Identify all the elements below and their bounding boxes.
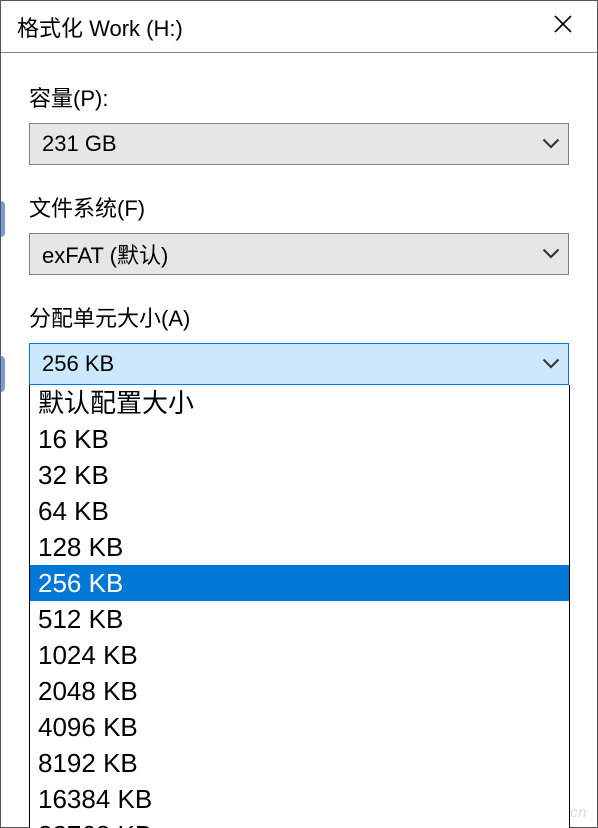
close-button[interactable] [543, 7, 583, 47]
allocation-dropdown: 默认配置大小16 KB32 KB64 KB128 KB256 KB512 KB1… [29, 385, 570, 828]
filesystem-label: 文件系统(F) [29, 191, 569, 223]
allocation-option[interactable]: 8192 KB [30, 745, 569, 781]
allocation-option[interactable]: 128 KB [30, 529, 569, 565]
capacity-value: 231 GB [42, 131, 542, 157]
window-title: 格式化 Work (H:) [17, 11, 543, 43]
allocation-option[interactable]: 2048 KB [30, 673, 569, 709]
titlebar: 格式化 Work (H:) [1, 1, 597, 53]
filesystem-combobox[interactable]: exFAT (默认) [29, 233, 569, 275]
filesystem-value: exFAT (默认) [42, 238, 542, 270]
chevron-down-icon [542, 355, 560, 373]
allocation-option[interactable]: 256 KB [30, 565, 569, 601]
allocation-label: 分配单元大小(A) [29, 301, 569, 333]
allocation-option[interactable]: 512 KB [30, 601, 569, 637]
capacity-combobox[interactable]: 231 GB [29, 123, 569, 165]
allocation-option[interactable]: 默认配置大小 [30, 385, 569, 421]
allocation-option[interactable]: 64 KB [30, 493, 569, 529]
allocation-option[interactable]: 4096 KB [30, 709, 569, 745]
allocation-option[interactable]: 1024 KB [30, 637, 569, 673]
capacity-label: 容量(P): [29, 81, 569, 113]
allocation-option[interactable]: 32768 KB [30, 817, 569, 828]
chevron-down-icon [542, 245, 560, 263]
format-dialog: 格式化 Work (H:) 容量(P): 231 GB 文件系统(F) exFA… [0, 0, 598, 828]
allocation-value: 256 KB [42, 351, 542, 377]
allocation-combobox[interactable]: 256 KB [29, 343, 569, 385]
allocation-option[interactable]: 32 KB [30, 457, 569, 493]
allocation-option[interactable]: 16 KB [30, 421, 569, 457]
dialog-content: 容量(P): 231 GB 文件系统(F) exFAT (默认) 分配单元大小(… [1, 53, 597, 385]
chevron-down-icon [542, 135, 560, 153]
allocation-option[interactable]: 16384 KB [30, 781, 569, 817]
close-icon [553, 14, 573, 40]
